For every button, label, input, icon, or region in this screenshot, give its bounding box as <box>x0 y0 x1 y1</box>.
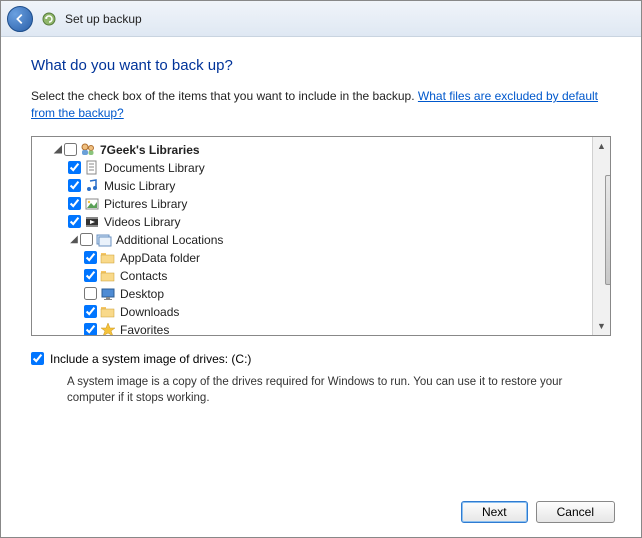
system-image-description: A system image is a copy of the drives r… <box>67 374 607 406</box>
tree-label: 7Geek's Libraries <box>100 143 200 157</box>
checkbox-downloads[interactable] <box>84 305 97 318</box>
scroll-down-icon[interactable]: ▼ <box>593 317 610 335</box>
user-libraries-icon <box>80 142 96 158</box>
folder-icon <box>100 268 116 284</box>
system-image-label: Include a system image of drives: (C:) <box>50 352 251 366</box>
back-arrow-icon <box>13 12 27 26</box>
footer-buttons: Next Cancel <box>461 501 615 523</box>
folder-icon <box>100 250 116 266</box>
tree-item-favorites[interactable]: Favorites <box>34 321 590 335</box>
video-icon <box>84 214 100 230</box>
content-area: What do you want to back up? Select the … <box>1 37 641 406</box>
tree-item-pictures[interactable]: Pictures Library <box>34 195 590 213</box>
star-icon <box>100 322 116 335</box>
tree-item-contacts[interactable]: Contacts <box>34 267 590 285</box>
cancel-button[interactable]: Cancel <box>536 501 615 523</box>
checkbox-desktop[interactable] <box>84 287 97 300</box>
picture-icon <box>84 196 100 212</box>
folder-stack-icon <box>96 232 112 248</box>
music-icon <box>84 178 100 194</box>
tree-label: Pictures Library <box>104 197 187 211</box>
instruction-text: Select the check box of the items that y… <box>31 88 611 122</box>
tree-label: Videos Library <box>104 215 181 229</box>
checkbox-videos[interactable] <box>68 215 81 228</box>
tree-label: Desktop <box>120 287 164 301</box>
tree-item-desktop[interactable]: Desktop <box>34 285 590 303</box>
checkbox-libraries[interactable] <box>64 143 77 156</box>
checkbox-documents[interactable] <box>68 161 81 174</box>
tree-label: Additional Locations <box>116 233 223 247</box>
titlebar: Set up backup <box>1 1 641 37</box>
window-title: Set up backup <box>65 12 142 26</box>
page-heading: What do you want to back up? <box>31 57 611 74</box>
checkbox-system-image[interactable] <box>31 352 44 365</box>
tree-root-libraries[interactable]: ◢ 7Geek's Libraries <box>34 141 590 159</box>
tree-label: AppData folder <box>120 251 200 265</box>
tree-label: Documents Library <box>104 161 205 175</box>
tree-label: Downloads <box>120 305 179 319</box>
tree-label: Favorites <box>120 323 169 335</box>
document-icon <box>84 160 100 176</box>
scroll-thumb[interactable] <box>605 175 612 285</box>
instruction-prefix: Select the check box of the items that y… <box>31 89 418 103</box>
checkbox-additional[interactable] <box>80 233 93 246</box>
expander-icon[interactable]: ◢ <box>68 234 80 245</box>
backup-tree: ◢ 7Geek's Libraries Documents Library Mu… <box>31 136 611 336</box>
checkbox-music[interactable] <box>68 179 81 192</box>
tree-scrollbar[interactable]: ▲ ▼ <box>592 137 610 335</box>
back-button[interactable] <box>7 6 33 32</box>
tree-item-music[interactable]: Music Library <box>34 177 590 195</box>
tree-item-additional[interactable]: ◢ Additional Locations <box>34 231 590 249</box>
folder-icon <box>100 304 116 320</box>
checkbox-appdata[interactable] <box>84 251 97 264</box>
tree-viewport: ◢ 7Geek's Libraries Documents Library Mu… <box>32 137 592 335</box>
tree-item-downloads[interactable]: Downloads <box>34 303 590 321</box>
checkbox-pictures[interactable] <box>68 197 81 210</box>
tree-label: Contacts <box>120 269 167 283</box>
desktop-icon <box>100 286 116 302</box>
system-image-row: Include a system image of drives: (C:) <box>31 352 611 366</box>
next-button[interactable]: Next <box>461 501 528 523</box>
tree-item-videos[interactable]: Videos Library <box>34 213 590 231</box>
tree-label: Music Library <box>104 179 175 193</box>
expander-icon[interactable]: ◢ <box>52 144 64 155</box>
scroll-up-icon[interactable]: ▲ <box>593 137 610 155</box>
checkbox-contacts[interactable] <box>84 269 97 282</box>
tree-item-documents[interactable]: Documents Library <box>34 159 590 177</box>
checkbox-favorites[interactable] <box>84 323 97 335</box>
tree-item-appdata[interactable]: AppData folder <box>34 249 590 267</box>
backup-icon <box>41 11 57 27</box>
